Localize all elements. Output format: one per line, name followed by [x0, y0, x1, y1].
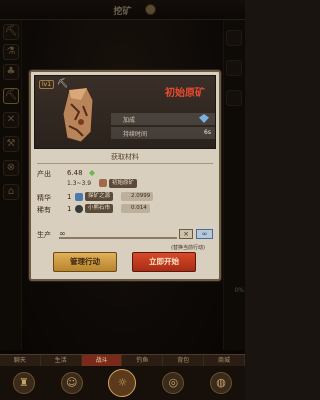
- ore-icon: [62, 87, 94, 143]
- duration-label: 持续时间: [123, 131, 148, 138]
- target-icon[interactable]: ◎: [162, 372, 185, 394]
- rare-chance: 0.014: [121, 204, 150, 213]
- mining-modal: lv1 ⛏ 初始原矿 加成 持续时间 6s 获取材料 产出 6.48 1.3~3…: [29, 70, 221, 281]
- tab-bag[interactable]: 背包: [163, 355, 205, 366]
- essence-label: 精华: [37, 194, 51, 202]
- character-icon[interactable]: ☺: [60, 372, 83, 394]
- essence-icon: [75, 193, 83, 201]
- tab-life[interactable]: 生活: [41, 355, 82, 366]
- essence-count: 1: [67, 193, 72, 201]
- chat-tabs: 聊天 生活 战斗 钓鱼 背包 商城: [0, 354, 245, 366]
- rare-icon: [75, 205, 83, 213]
- production-slider[interactable]: [59, 237, 177, 239]
- output-row: 产出 6.48: [37, 169, 217, 179]
- portal-icon[interactable]: ◍: [210, 372, 233, 394]
- production-row: 生产 ∞ × ∞: [37, 229, 213, 240]
- replace-hint: (替换当前行动): [171, 245, 205, 251]
- decrease-button[interactable]: ×: [179, 229, 193, 239]
- output-range-row: 1.3~3.9 初始原矿: [37, 179, 217, 190]
- level-badge: lv1: [39, 80, 55, 89]
- gem-icon: [199, 114, 209, 123]
- output-value: 6.48: [67, 169, 83, 177]
- castle-icon[interactable]: ♜: [12, 372, 35, 394]
- rare-label: 稀有: [37, 206, 51, 214]
- essence-row: 精华 1 探矿之源 2.0999: [37, 192, 217, 203]
- rare-count: 1: [67, 205, 72, 213]
- bottom-nav: ♜ ☺ ☼ ◎ ◍: [0, 366, 245, 400]
- essence-chance: 2.0999: [121, 192, 154, 201]
- tab-battle[interactable]: 战斗: [81, 355, 123, 366]
- tab-fishing[interactable]: 钓鱼: [122, 355, 164, 366]
- essence-item[interactable]: 探矿之源: [85, 192, 114, 201]
- infinite-button[interactable]: ∞: [196, 229, 213, 239]
- duration-value: 6s: [204, 129, 211, 136]
- tab-chat[interactable]: 聊天: [0, 355, 41, 366]
- duration-row: 持续时间 6s: [111, 127, 215, 139]
- start-now-button[interactable]: 立即开始: [132, 252, 196, 272]
- ore-name: 初始原矿: [165, 88, 205, 99]
- divider: [37, 163, 213, 164]
- hero-icon[interactable]: ☼: [108, 369, 137, 397]
- bonus-row: 加成: [111, 113, 215, 125]
- output-item[interactable]: 初始原矿: [109, 179, 138, 188]
- output-label: 产出: [37, 170, 51, 178]
- tab-shop[interactable]: 商城: [204, 355, 245, 366]
- bonus-label: 加成: [123, 117, 136, 124]
- production-label: 生产: [37, 231, 51, 239]
- section-title: 获取材料: [111, 153, 139, 161]
- clover-icon: [89, 170, 95, 176]
- rare-item[interactable]: 小熊石市: [85, 204, 114, 213]
- rare-row: 稀有 1 小熊石市 0.014: [37, 204, 217, 215]
- manage-action-button[interactable]: 管理行动: [53, 252, 117, 272]
- output-range: 1.3~3.9: [67, 180, 92, 187]
- ore-small-icon: [99, 179, 107, 187]
- ore-banner: lv1 ⛏ 初始原矿 加成 持续时间 6s: [34, 75, 216, 149]
